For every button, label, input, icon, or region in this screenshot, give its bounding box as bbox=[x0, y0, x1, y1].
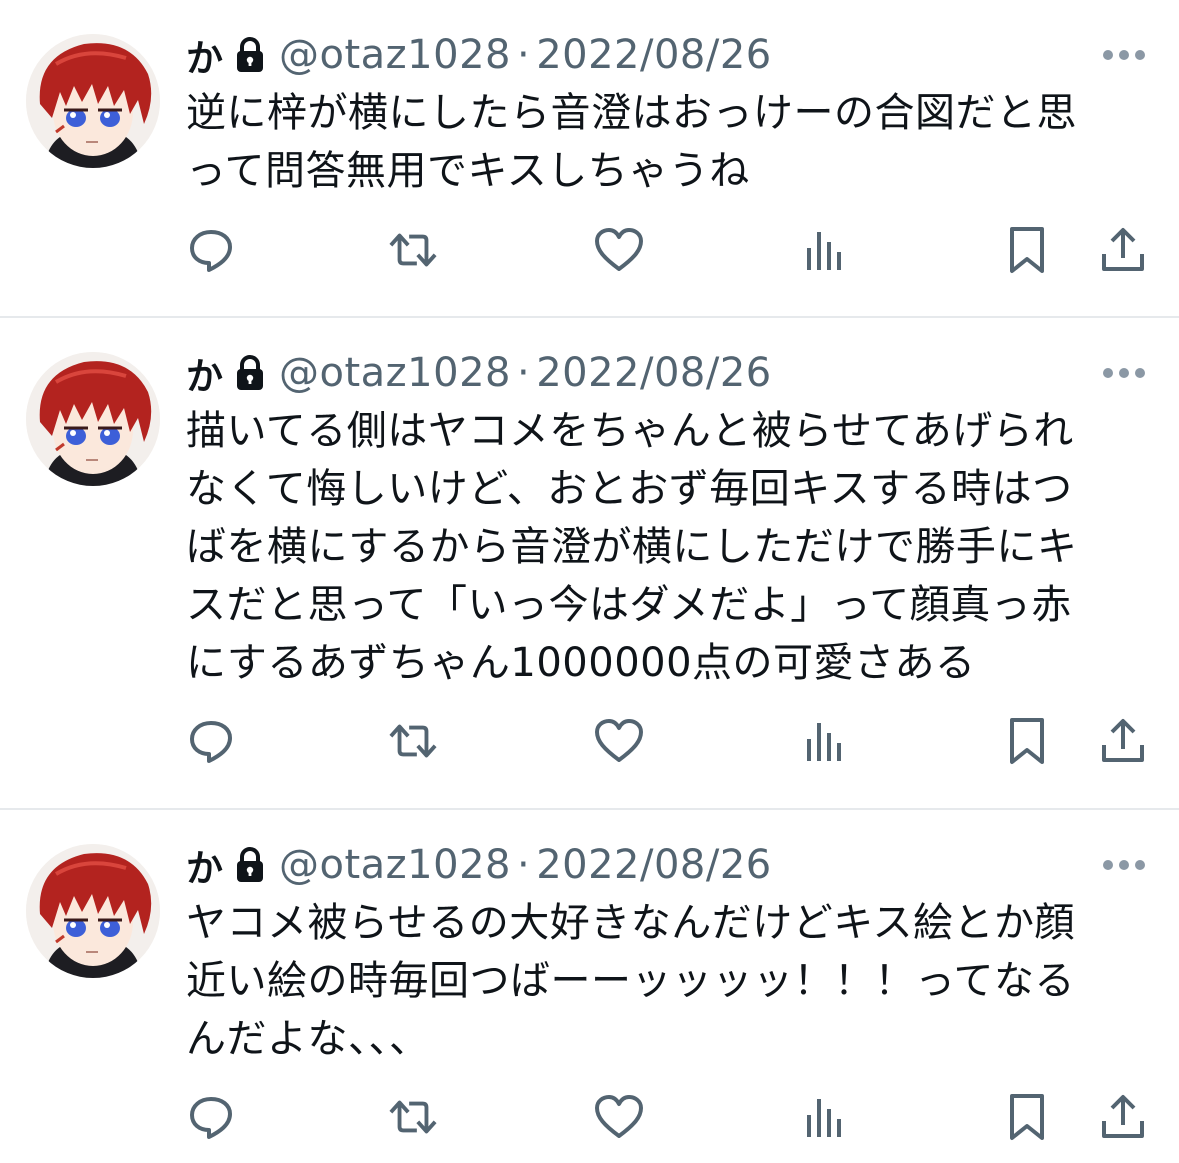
display-name[interactable]: か bbox=[186, 838, 223, 892]
tweet-text: 描いてる側はヤコメをちゃんと被らせてあげられ なくて悔しいけど、おとおず毎回キス… bbox=[186, 408, 1078, 686]
retweet-button[interactable] bbox=[388, 716, 438, 766]
heart-icon bbox=[595, 1095, 643, 1138]
share-icon bbox=[1102, 1095, 1144, 1138]
lock-icon bbox=[235, 355, 265, 391]
views-button[interactable] bbox=[798, 225, 848, 275]
retweet-button[interactable] bbox=[388, 225, 438, 275]
bookmark-icon bbox=[1010, 227, 1044, 273]
bookmark-button[interactable] bbox=[1002, 716, 1052, 766]
reply-icon bbox=[190, 1097, 232, 1139]
more-dots-icon[interactable] bbox=[1100, 47, 1148, 63]
tweet-date[interactable]: 2022/08/26 bbox=[536, 842, 772, 888]
share-button[interactable] bbox=[1098, 1092, 1148, 1142]
header-separator: · bbox=[516, 842, 531, 888]
tweet-actions bbox=[0, 716, 1179, 766]
avatar[interactable] bbox=[26, 844, 160, 978]
avatar-image bbox=[26, 34, 160, 168]
user-handle[interactable]: @otaz1028 bbox=[279, 32, 511, 78]
avatar[interactable] bbox=[26, 34, 160, 168]
views-button[interactable] bbox=[798, 1092, 848, 1142]
tweet-header: か @otaz1028 · 2022/08/26 bbox=[186, 840, 772, 890]
heart-icon bbox=[595, 228, 643, 271]
like-button[interactable] bbox=[594, 225, 644, 275]
more-dots-icon[interactable] bbox=[1100, 365, 1148, 381]
reply-icon bbox=[190, 230, 232, 272]
header-separator: · bbox=[516, 32, 531, 78]
tweet[interactable]: か @otaz1028 · 2022/08/26 描いてる側はヤコメをちゃんと被… bbox=[0, 318, 1179, 808]
retweet-icon bbox=[389, 1100, 437, 1134]
avatar-image bbox=[26, 844, 160, 978]
tweet-header: か @otaz1028 · 2022/08/26 bbox=[186, 348, 772, 398]
bookmark-button[interactable] bbox=[1002, 1092, 1052, 1142]
tweet-text: 逆に梓が横にしたら音澄はおっけーの合図だと思 って問答無用でキスしちゃうね bbox=[186, 90, 1077, 194]
display-name[interactable]: か bbox=[186, 28, 223, 82]
reply-button[interactable] bbox=[186, 225, 236, 275]
tweet-header: か @otaz1028 · 2022/08/26 bbox=[186, 30, 772, 80]
views-button[interactable] bbox=[798, 716, 848, 766]
avatar-image bbox=[26, 352, 160, 486]
retweet-icon bbox=[389, 233, 437, 267]
display-name[interactable]: か bbox=[186, 346, 223, 400]
retweet-icon bbox=[389, 724, 437, 758]
bookmark-button[interactable] bbox=[1002, 225, 1052, 275]
views-chart-icon bbox=[807, 723, 841, 761]
reply-icon bbox=[190, 721, 232, 763]
share-button[interactable] bbox=[1098, 225, 1148, 275]
tweet-text: ヤコメ被らせるの大好きなんだけどキス絵とか顔 近い絵の時毎回つばーーッッッッ！！… bbox=[186, 900, 1075, 1062]
lock-icon bbox=[235, 37, 265, 73]
reply-button[interactable] bbox=[186, 1092, 236, 1142]
tweet-date[interactable]: 2022/08/26 bbox=[536, 350, 772, 396]
share-button[interactable] bbox=[1098, 716, 1148, 766]
tweet[interactable]: か @otaz1028 · 2022/08/26 ヤコメ被らせるの大好きなんだけ… bbox=[0, 810, 1179, 1163]
user-handle[interactable]: @otaz1028 bbox=[279, 842, 511, 888]
heart-icon bbox=[595, 719, 643, 762]
tweet[interactable]: か @otaz1028 · 2022/08/26 逆に梓が横にしたら音澄はおっけ… bbox=[0, 0, 1179, 316]
share-icon bbox=[1102, 719, 1144, 762]
user-handle[interactable]: @otaz1028 bbox=[279, 350, 511, 396]
share-icon bbox=[1102, 228, 1144, 271]
more-dots-icon[interactable] bbox=[1100, 857, 1148, 873]
like-button[interactable] bbox=[594, 1092, 644, 1142]
views-chart-icon bbox=[807, 1099, 841, 1137]
tweet-actions bbox=[0, 1092, 1179, 1142]
reply-button[interactable] bbox=[186, 716, 236, 766]
lock-icon bbox=[235, 847, 265, 883]
avatar[interactable] bbox=[26, 352, 160, 486]
bookmark-icon bbox=[1010, 1094, 1044, 1140]
tweet-date[interactable]: 2022/08/26 bbox=[536, 32, 772, 78]
tweet-actions bbox=[0, 225, 1179, 275]
like-button[interactable] bbox=[594, 716, 644, 766]
bookmark-icon bbox=[1010, 718, 1044, 764]
retweet-button[interactable] bbox=[388, 1092, 438, 1142]
views-chart-icon bbox=[807, 232, 841, 270]
header-separator: · bbox=[516, 350, 531, 396]
